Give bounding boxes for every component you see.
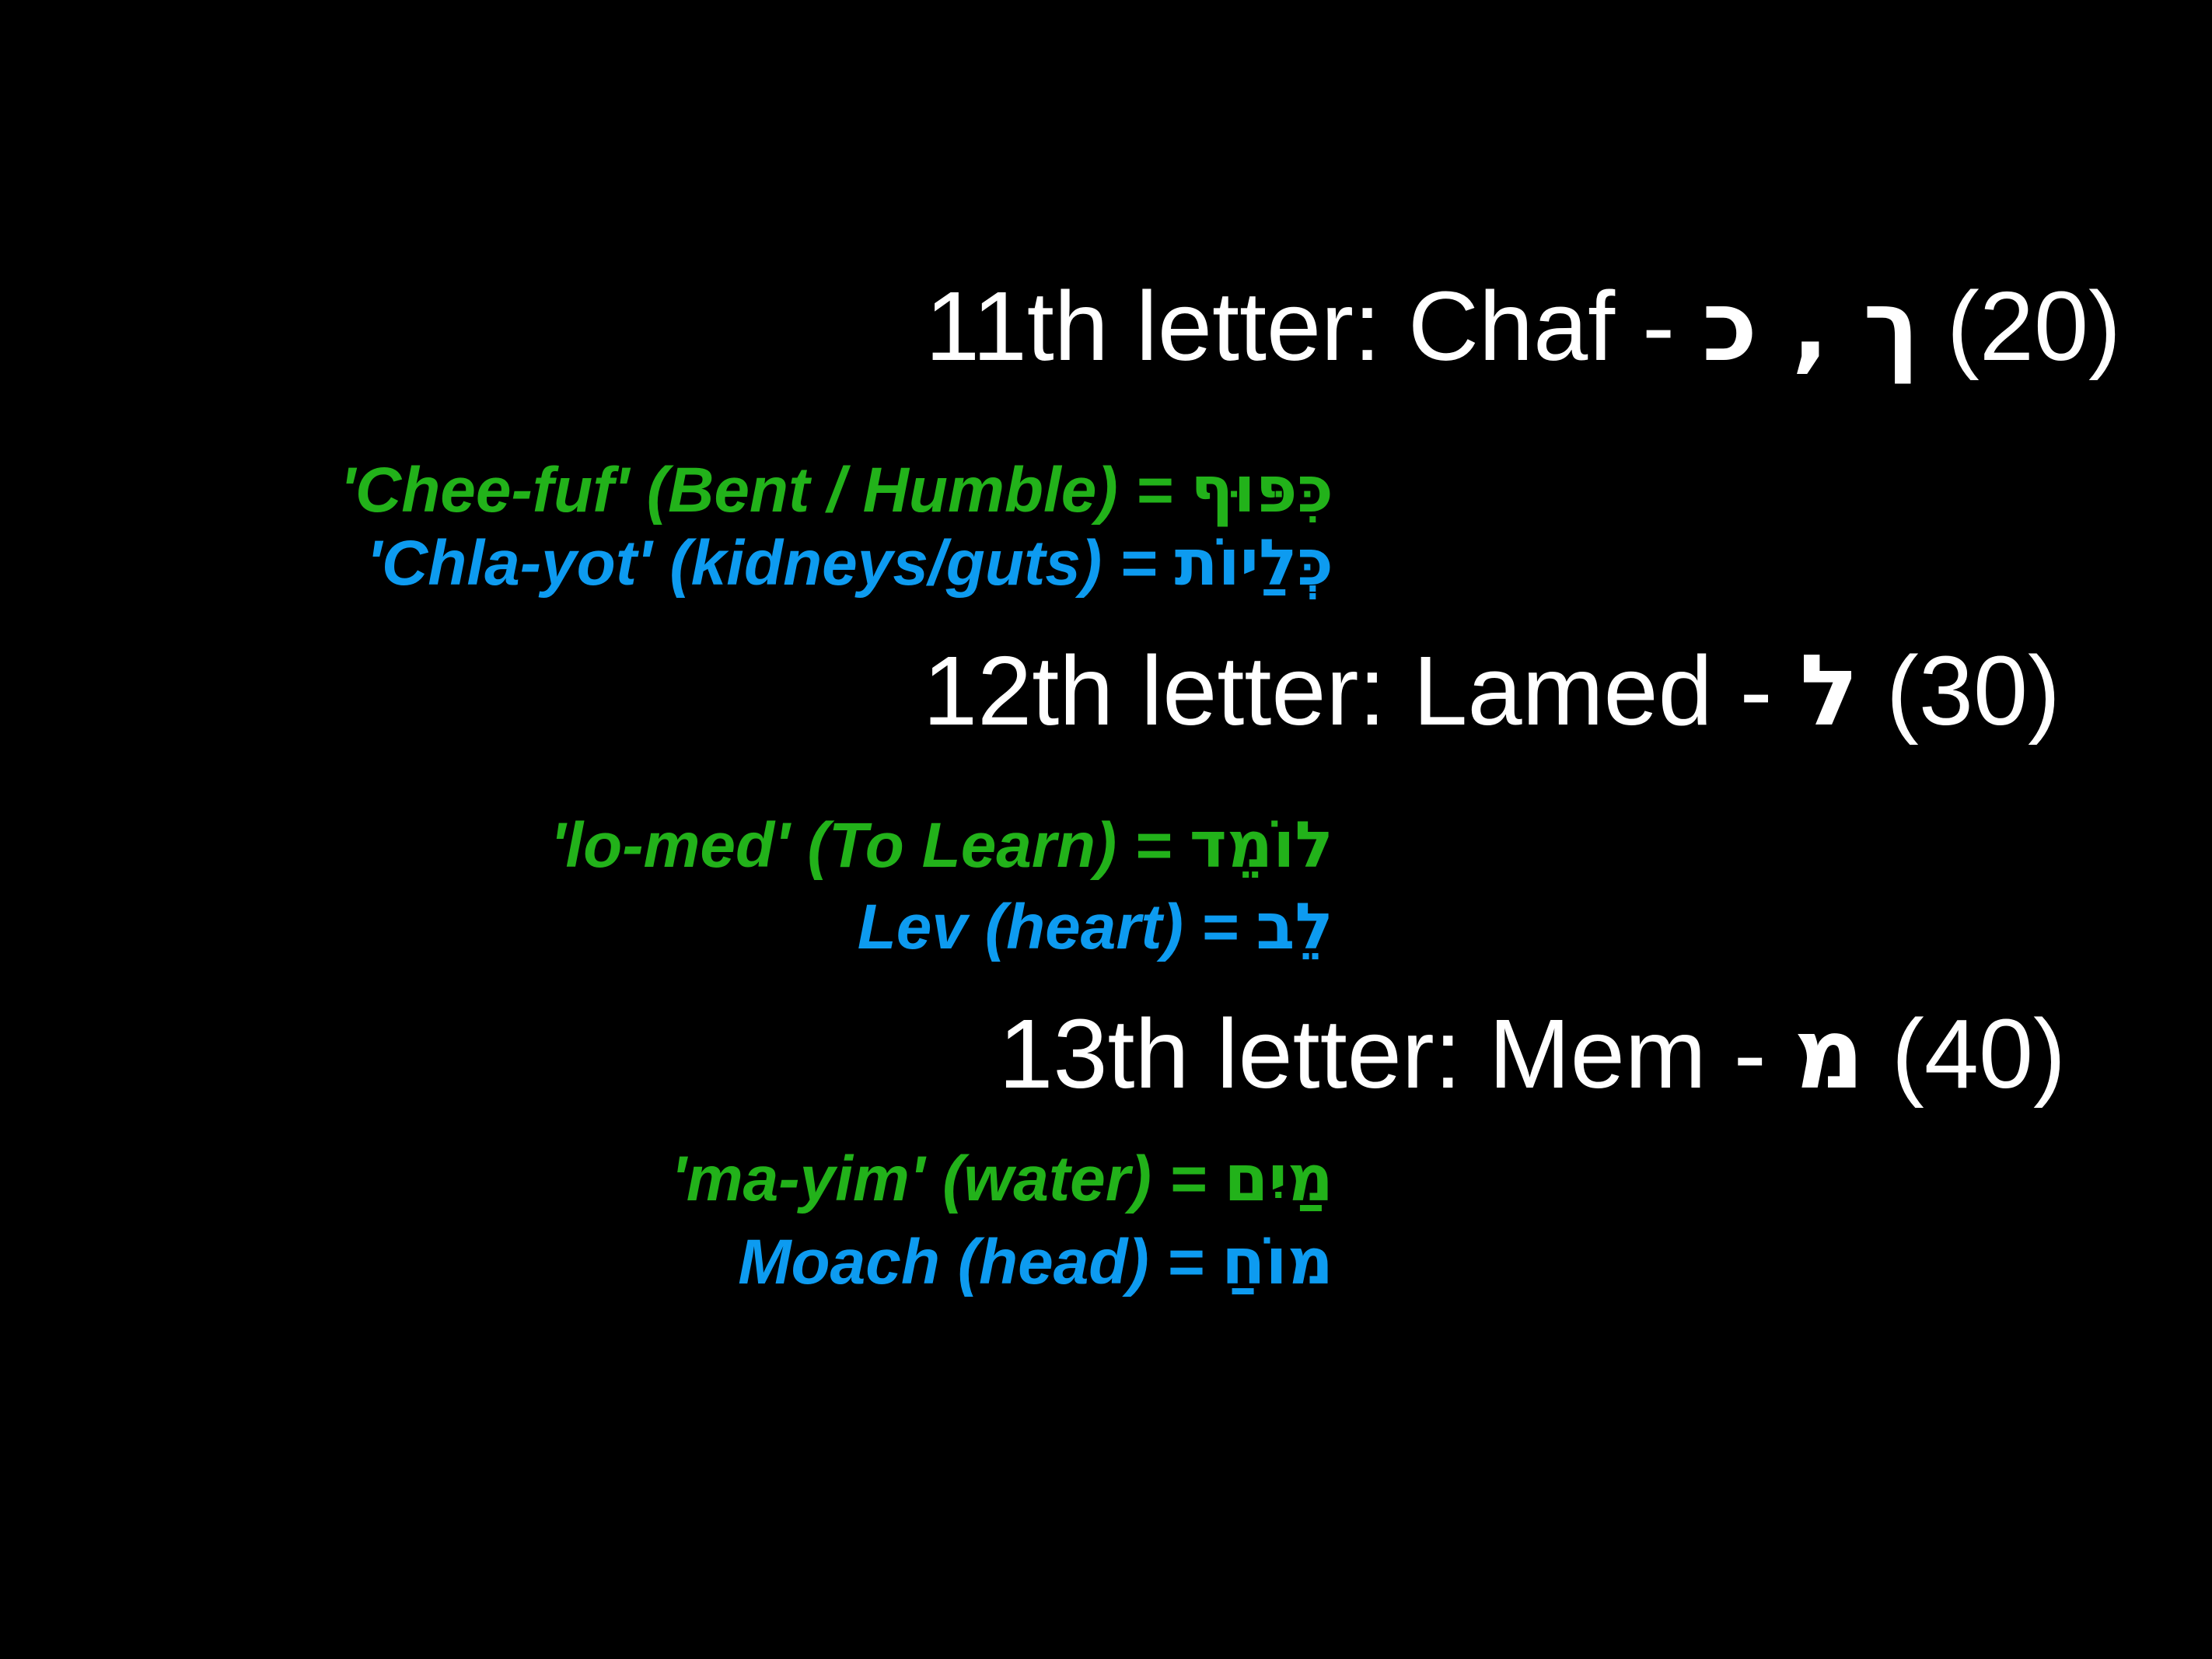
word-hebrew: מוֹחַ <box>1221 1225 1333 1299</box>
slide: 11th letter: Chaf - ך , כ (20) 'Chee-fuf… <box>0 0 2212 1659</box>
heading-hebrew-letter: מ <box>1793 997 1864 1111</box>
word-transliteration: 'Chee-fuf' (Bent / Humble) = <box>340 455 1173 526</box>
heading-letter-13: 13th letter: Mem - מ (40) <box>998 1005 2066 1103</box>
heading-label: 13th letter: Mem - <box>998 999 1766 1109</box>
word-moach: Moach (head) = מוֹחַ <box>738 1231 1333 1294</box>
heading-label: 12th letter: Lamed - <box>923 636 1773 746</box>
word-hebrew: כְּלַיוֹת <box>1174 526 1333 600</box>
word-transliteration: Moach (head) = <box>738 1227 1204 1298</box>
word-transliteration: 'ma-yim' (water) = <box>671 1144 1207 1214</box>
heading-value: (20) <box>1946 271 2121 381</box>
heading-letter-12: 12th letter: Lamed - ל (30) <box>923 642 2060 740</box>
word-transliteration: 'lo-med' (To Learn) = <box>550 810 1172 881</box>
heading-label: 11th letter: Chaf - <box>925 271 1676 381</box>
word-lo-med: 'lo-med' (To Learn) = לוֹמֵד <box>550 814 1333 878</box>
word-transliteration: Lev (heart) = <box>857 892 1239 962</box>
word-chee-fuf: 'Chee-fuf' (Bent / Humble) = כִּפּוּף <box>340 459 1333 522</box>
word-ma-yim: 'ma-yim' (water) = מַיִם <box>671 1147 1333 1211</box>
word-chla-yot: 'Chla-yot' (kidneys/guts) = כְּלַיוֹת <box>367 532 1333 595</box>
word-lev: Lev (heart) = לֵב <box>858 896 1333 959</box>
word-transliteration: 'Chla-yot' (kidneys/guts) = <box>366 528 1157 599</box>
heading-value: (40) <box>1891 999 2066 1109</box>
heading-hebrew-letter: ך , כ <box>1702 269 1920 383</box>
heading-value: (30) <box>1885 636 2060 746</box>
word-hebrew: מַיִם <box>1224 1142 1333 1216</box>
word-hebrew: כִּפּוּף <box>1190 453 1333 527</box>
word-hebrew: לוֹמֵד <box>1189 809 1333 882</box>
heading-hebrew-letter: ל <box>1799 634 1859 748</box>
heading-letter-11: 11th letter: Chaf - ך , כ (20) <box>925 278 2121 375</box>
word-hebrew: לֵב <box>1256 890 1333 964</box>
